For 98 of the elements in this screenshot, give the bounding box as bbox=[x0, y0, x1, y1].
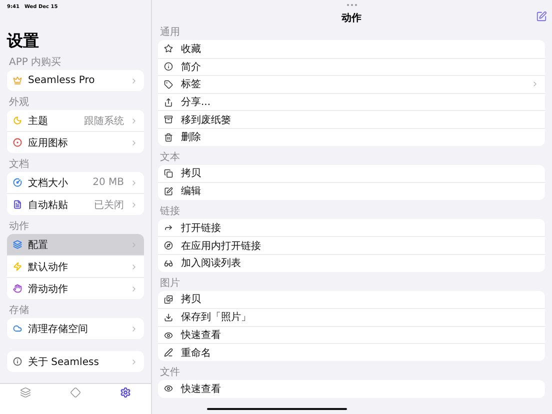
row-label: 关于 Seamless bbox=[28, 356, 100, 368]
action-row[interactable]: 加入阅读列表 bbox=[158, 254, 545, 272]
info-icon bbox=[13, 357, 22, 366]
row-label: 滑动动作 bbox=[28, 282, 69, 296]
arrow-icon bbox=[164, 223, 173, 232]
row-label: 自动粘贴 bbox=[28, 198, 69, 212]
crown-icon bbox=[13, 76, 22, 85]
row-label: 保存到「照片」 bbox=[181, 310, 252, 324]
chevron-icon bbox=[130, 178, 138, 186]
section-header: 图片 bbox=[160, 278, 181, 289]
hand-icon bbox=[13, 284, 22, 293]
glasses-icon bbox=[164, 258, 173, 268]
chevron-icon bbox=[130, 138, 138, 146]
chevron-icon bbox=[130, 76, 138, 84]
row-value: 已关闭 bbox=[94, 198, 124, 212]
chevron-icon bbox=[130, 240, 138, 248]
eye-icon bbox=[164, 384, 173, 394]
row-label: 拷贝 bbox=[181, 293, 202, 306]
row-label: 重命名 bbox=[181, 346, 212, 360]
row-label: 拷贝 bbox=[181, 167, 202, 180]
row-label: 主题 bbox=[28, 114, 49, 128]
row-label: 编辑 bbox=[181, 184, 202, 198]
section-header: 通用 bbox=[160, 27, 181, 38]
document-icon bbox=[13, 200, 22, 209]
lightning-icon bbox=[13, 262, 22, 271]
row-value: 跟随系统 bbox=[84, 114, 124, 128]
copy-icon bbox=[164, 168, 173, 178]
action-row[interactable]: 标签 bbox=[158, 75, 545, 93]
row-label: 应用图标 bbox=[28, 136, 69, 150]
star-icon bbox=[164, 44, 173, 54]
row-label: 默认动作 bbox=[28, 260, 69, 274]
compass-icon bbox=[164, 241, 173, 250]
row-label: 简介 bbox=[181, 60, 202, 74]
action-row[interactable]: 拷贝 bbox=[158, 164, 545, 182]
chevron-icon bbox=[130, 284, 138, 292]
row-label: 快速查看 bbox=[181, 328, 222, 342]
settings-row[interactable]: 配置 bbox=[7, 234, 144, 255]
section-header: 文件 bbox=[160, 366, 181, 378]
action-row[interactable]: 打开链接 bbox=[158, 218, 545, 236]
chevron-icon bbox=[531, 80, 539, 88]
action-row[interactable]: 收藏 bbox=[158, 40, 545, 58]
row-label: 移到废纸篓 bbox=[181, 114, 232, 127]
row-label: 清理存储空间 bbox=[28, 322, 89, 336]
action-row[interactable]: 快速查看 bbox=[158, 380, 545, 398]
compose-button[interactable] bbox=[536, 11, 547, 22]
tray-icon bbox=[164, 115, 173, 124]
row-label: 在应用内打开链接 bbox=[181, 240, 262, 253]
action-row[interactable]: 拷贝 bbox=[158, 290, 545, 308]
action-row[interactable]: 移到废纸篓 bbox=[158, 110, 545, 128]
share-icon bbox=[164, 98, 173, 107]
section-header: 文档 bbox=[9, 159, 30, 170]
info-icon bbox=[164, 62, 173, 72]
row-label: 加入阅读列表 bbox=[181, 256, 242, 270]
row-label: 标签 bbox=[181, 78, 202, 92]
action-row[interactable]: 快速查看 bbox=[158, 326, 545, 344]
section-header: 外观 bbox=[9, 97, 30, 108]
row-value: 20 MB bbox=[92, 177, 124, 188]
rename-icon bbox=[164, 348, 173, 358]
chevron-icon bbox=[130, 200, 138, 208]
layers-icon bbox=[13, 240, 22, 249]
diamond-tab[interactable] bbox=[70, 387, 81, 398]
section-header: 链接 bbox=[160, 206, 181, 217]
action-row[interactable]: 保存到「照片」 bbox=[158, 308, 545, 326]
section-header: 动作 bbox=[9, 221, 30, 232]
trash-icon bbox=[164, 132, 173, 142]
section-header: 存储 bbox=[9, 305, 30, 316]
row-label: 打开链接 bbox=[181, 222, 222, 235]
sidebar-title: 设置 bbox=[7, 31, 40, 52]
row-label: 快速查看 bbox=[181, 382, 222, 396]
settings-tab[interactable] bbox=[120, 387, 132, 398]
tag-icon bbox=[164, 80, 173, 89]
section-header: APP 内购买 bbox=[9, 57, 62, 68]
row-label: 文档大小 bbox=[28, 176, 69, 190]
photos-icon bbox=[164, 294, 173, 304]
action-row[interactable]: 编辑 bbox=[158, 182, 545, 200]
row-label: 收藏 bbox=[181, 42, 202, 56]
action-row[interactable]: 重命名 bbox=[158, 343, 545, 361]
cloud-icon bbox=[13, 324, 22, 333]
action-row[interactable]: 在应用内打开链接 bbox=[158, 236, 545, 254]
chevron-icon bbox=[130, 116, 138, 124]
edit-icon bbox=[164, 186, 173, 196]
page-title: 动作 bbox=[342, 12, 362, 25]
action-row[interactable]: 分享... bbox=[158, 92, 545, 110]
moon-icon bbox=[13, 116, 22, 125]
row-label: 删除 bbox=[181, 131, 202, 144]
row-label: Seamless Pro bbox=[28, 75, 96, 86]
row-label: 配置 bbox=[28, 238, 49, 252]
action-row[interactable]: 删除 bbox=[158, 128, 545, 146]
eye-icon bbox=[164, 330, 173, 340]
chevron-icon bbox=[130, 358, 138, 366]
target-icon bbox=[13, 138, 22, 147]
action-row[interactable]: 简介 bbox=[158, 58, 545, 76]
download-icon bbox=[164, 312, 173, 322]
layers-tab[interactable] bbox=[20, 387, 31, 398]
chevron-icon bbox=[130, 324, 138, 332]
chevron-icon bbox=[130, 262, 138, 270]
row-label: 分享... bbox=[181, 96, 212, 110]
section-header: 文本 bbox=[160, 152, 181, 163]
